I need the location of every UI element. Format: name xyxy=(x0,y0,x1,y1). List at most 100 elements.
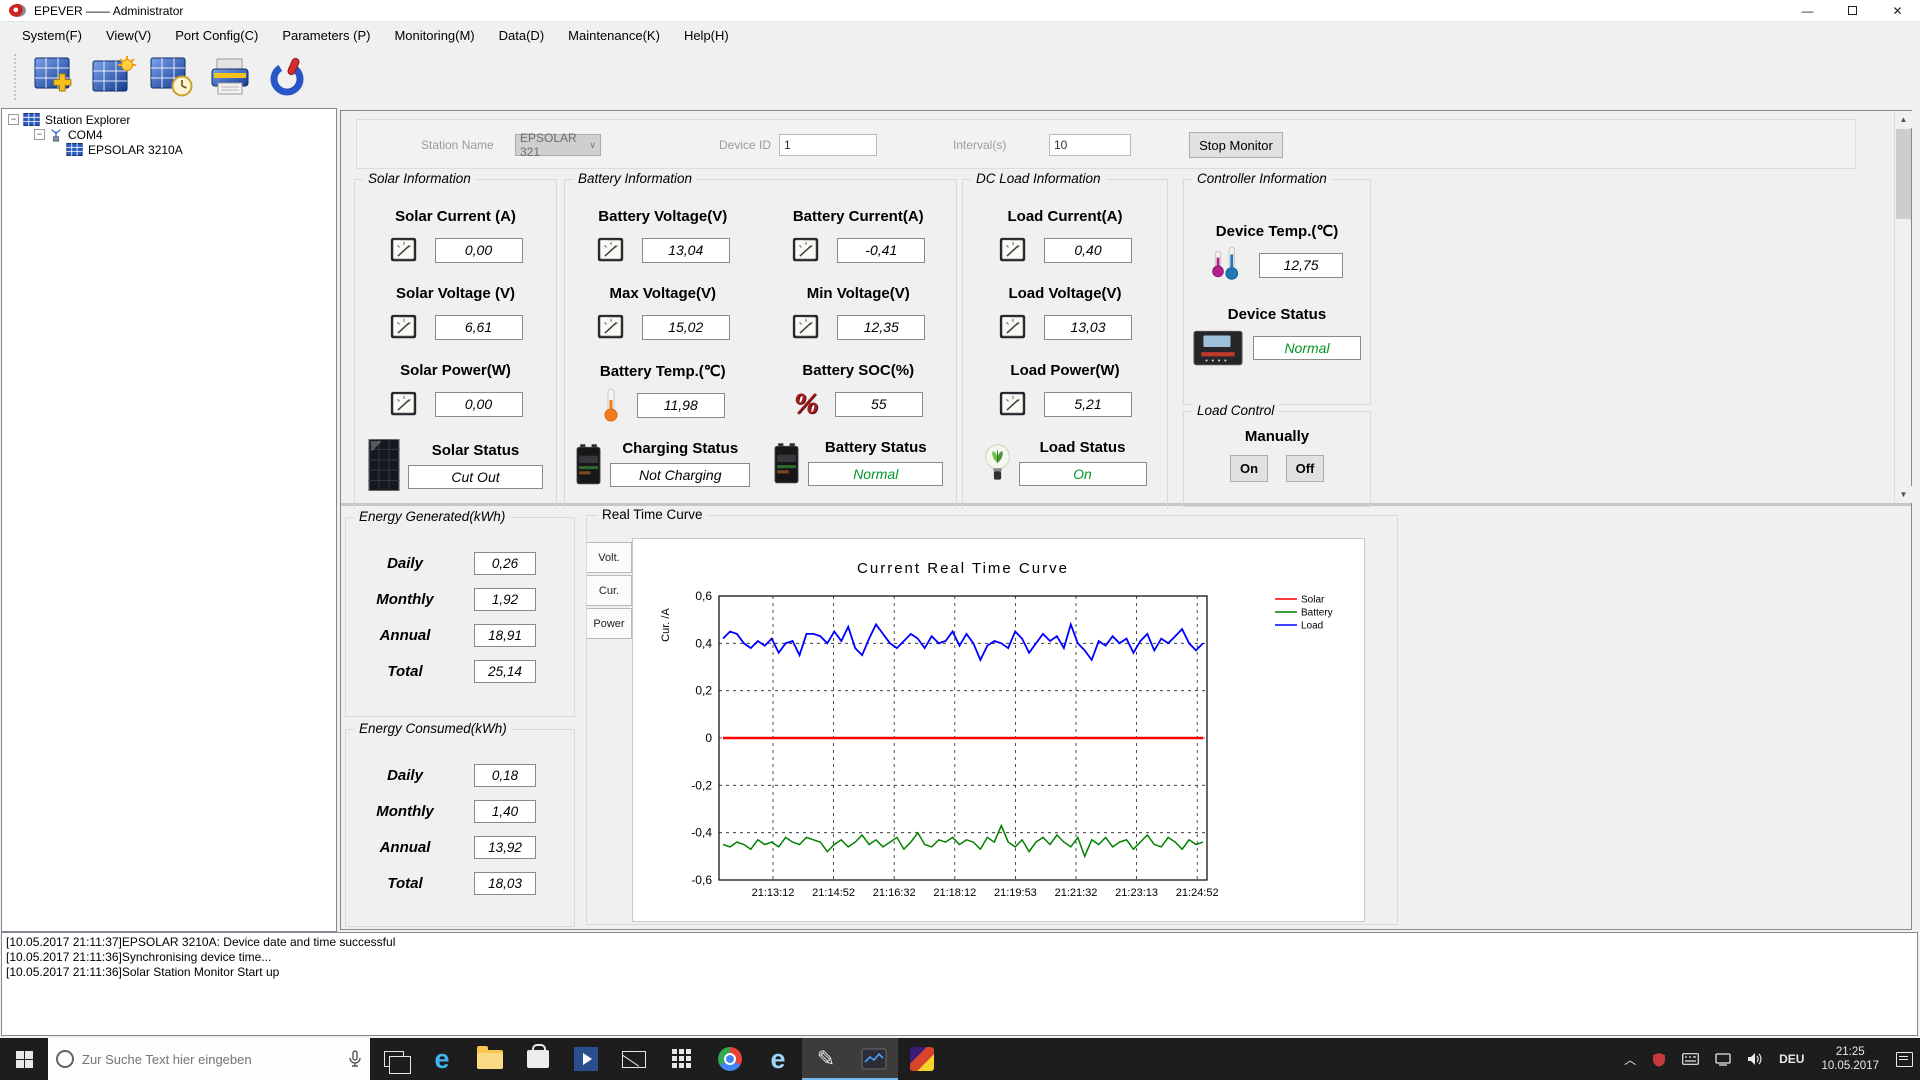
menu-data[interactable]: Data(D) xyxy=(489,24,559,47)
store-icon xyxy=(527,1044,549,1068)
menu-monitoring[interactable]: Monitoring(M) xyxy=(384,24,488,47)
main-toolbar xyxy=(0,48,1920,106)
tree-device-label: EPSOLAR 3210A xyxy=(88,142,183,157)
maximize-button[interactable] xyxy=(1830,0,1875,21)
tray-network-icon[interactable] xyxy=(1708,1038,1738,1080)
mail-icon xyxy=(622,1050,646,1068)
tray-language-indicator[interactable]: DEU xyxy=(1772,1038,1811,1080)
minimize-button[interactable]: — xyxy=(1785,0,1830,21)
taskbar-pen-app[interactable]: ✎ xyxy=(802,1038,850,1080)
notification-center-button[interactable] xyxy=(1889,1038,1920,1080)
load-status-value: On xyxy=(1018,462,1147,486)
gauge-icon xyxy=(792,237,820,262)
tray-volume-icon[interactable] xyxy=(1740,1038,1770,1080)
monitor-scrollbar[interactable]: ▲ ▼ xyxy=(1894,111,1912,503)
print-button[interactable] xyxy=(206,54,254,100)
cortana-icon xyxy=(56,1050,74,1068)
load-off-button[interactable]: Off xyxy=(1286,455,1324,482)
taskbar-file-explorer[interactable] xyxy=(466,1038,514,1080)
menu-maintenance[interactable]: Maintenance(K) xyxy=(558,24,674,47)
interval-input[interactable] xyxy=(1049,134,1131,156)
taskbar-store[interactable] xyxy=(514,1038,562,1080)
menu-view[interactable]: View(V) xyxy=(96,24,165,47)
charging-status-label: Charging Status xyxy=(622,440,739,457)
thermal-app-icon xyxy=(910,1047,934,1071)
taskbar-movies[interactable] xyxy=(562,1038,610,1080)
tree-item-com4[interactable]: − COM4 xyxy=(8,127,336,142)
energy-consumed-group: Energy Consumed(kWh) Daily 0,18 Monthly … xyxy=(345,721,575,927)
controller-group-title: Controller Information xyxy=(1192,171,1332,186)
power-exit-button[interactable] xyxy=(264,54,312,100)
realtime-chart: Current Real Time Curve Cur. /A 0,6 0,4 0,2 0… xyxy=(660,560,1333,899)
expander-icon[interactable]: − xyxy=(34,129,45,140)
dc-load-group-title: DC Load Information xyxy=(971,171,1106,186)
tab-power[interactable]: Power xyxy=(587,608,632,639)
device-id-input[interactable] xyxy=(779,134,877,156)
tray-keyboard-icon[interactable] xyxy=(1675,1038,1706,1080)
taskbar-edge[interactable]: e xyxy=(418,1038,466,1080)
tray-chevron-up-icon[interactable]: ︿ xyxy=(1617,1038,1643,1080)
energy-row-label: Annual xyxy=(379,627,431,644)
dual-thermometer-icon xyxy=(1212,246,1239,280)
station-name-dropdown[interactable]: EPSOLAR 321 ∨ xyxy=(515,131,601,159)
energy-row-label: Annual xyxy=(379,839,431,856)
station-monitor-button[interactable] xyxy=(90,54,138,100)
station-monitor-icon xyxy=(92,56,136,92)
menu-system[interactable]: System(F) xyxy=(12,24,96,47)
tab-volt[interactable]: Volt. xyxy=(587,542,632,573)
battery-soc-value: 55 xyxy=(834,391,923,417)
close-button[interactable]: ✕ xyxy=(1875,0,1920,21)
monitor-section: Station Name EPSOLAR 321 ∨ Device ID Int… xyxy=(341,111,1912,513)
load-on-button[interactable]: On xyxy=(1230,455,1268,482)
tree-item-station-explorer[interactable]: − Station Explorer xyxy=(8,112,336,127)
chart-area: Current Real Time Curve Cur. /A 0,6 0,4 0,2 0… xyxy=(632,538,1365,922)
real-time-curve-group: Real Time Curve Volt. Cur. Power Current… xyxy=(586,507,1398,925)
battery-soc-label: Battery SOC(%) xyxy=(802,362,915,379)
windows-logo-icon xyxy=(15,1050,33,1068)
load-voltage-value: 13,03 xyxy=(1044,314,1132,340)
taskbar-solar-monitor-app[interactable] xyxy=(850,1038,898,1080)
file-explorer-icon xyxy=(477,1045,503,1069)
tray-antivirus-icon[interactable] xyxy=(1645,1038,1673,1080)
load-power-value: 5,21 xyxy=(1044,391,1132,417)
scrollbar-thumb[interactable] xyxy=(1896,129,1911,219)
taskbar-apps[interactable] xyxy=(658,1038,706,1080)
svg-text:21:14:52: 21:14:52 xyxy=(812,887,855,899)
search-input[interactable] xyxy=(82,1051,340,1067)
add-station-button[interactable] xyxy=(32,54,80,100)
menu-port-config[interactable]: Port Config(C) xyxy=(165,24,272,47)
solar-information-group: Solar Information Solar Current (A) 0,00… xyxy=(354,171,557,513)
taskbar-thermal-app[interactable] xyxy=(898,1038,946,1080)
energy-generated-row: Annual 18,91 xyxy=(346,624,574,647)
main-panel: Station Name EPSOLAR 321 ∨ Device ID Int… xyxy=(340,110,1912,930)
tray-date: 10.05.2017 xyxy=(1821,1060,1879,1072)
taskbar-search[interactable] xyxy=(48,1038,370,1080)
svg-text:0,4: 0,4 xyxy=(695,636,712,650)
svg-text:Solar: Solar xyxy=(1301,595,1325,606)
battery-information-group: Battery Information Battery Voltage(V) 1… xyxy=(564,171,957,513)
station-schedule-button[interactable] xyxy=(148,54,196,100)
scroll-down-icon[interactable]: ▼ xyxy=(1895,486,1912,503)
task-view-button[interactable] xyxy=(370,1038,418,1080)
scroll-up-icon[interactable]: ▲ xyxy=(1895,111,1912,128)
solar-power-label: Solar Power(W) xyxy=(400,362,511,379)
taskbar-ie[interactable]: e xyxy=(754,1038,802,1080)
tray-clock[interactable]: 21:25 10.05.2017 xyxy=(1813,1045,1887,1073)
tab-cur[interactable]: Cur. xyxy=(587,575,632,606)
battery-current-label: Battery Current(A) xyxy=(792,208,924,225)
tree-item-epsolar-3210a[interactable]: EPSOLAR 3210A xyxy=(8,142,336,157)
taskbar-mail[interactable] xyxy=(610,1038,658,1080)
station-schedule-icon xyxy=(150,57,193,97)
device-icon xyxy=(66,143,83,156)
menu-parameters[interactable]: Parameters (P) xyxy=(272,24,384,47)
max-voltage-value: 15,02 xyxy=(641,314,730,340)
tree-com-label: COM4 xyxy=(68,127,103,142)
start-button[interactable] xyxy=(0,1038,48,1080)
edge-icon: e xyxy=(434,1043,450,1074)
taskbar-chrome[interactable] xyxy=(706,1038,754,1080)
energy-consumed-row: Annual 13,92 xyxy=(346,836,574,859)
stop-monitor-button[interactable]: Stop Monitor xyxy=(1189,132,1283,158)
menu-help[interactable]: Help(H) xyxy=(674,24,743,47)
expander-icon[interactable]: − xyxy=(8,114,19,125)
solar-status-value: Cut Out xyxy=(408,464,543,489)
